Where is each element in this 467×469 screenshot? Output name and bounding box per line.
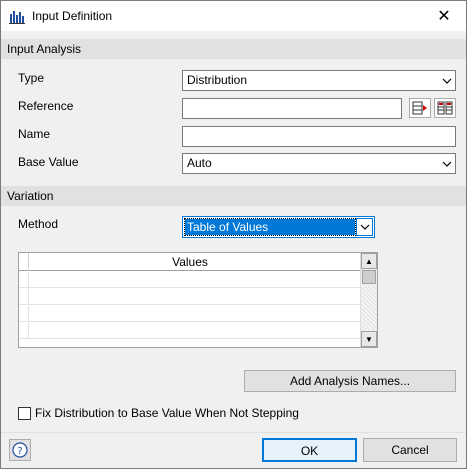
fix-distribution-label[interactable]: Fix Distribution to Base Value When Not … (35, 406, 299, 420)
help-button[interactable]: ? (9, 439, 31, 461)
base-value-label: Base Value (18, 155, 79, 169)
footer-separator (1, 432, 466, 433)
scroll-track[interactable] (361, 285, 377, 330)
type-value: Distribution (187, 73, 248, 87)
add-analysis-names-button[interactable]: Add Analysis Names... (244, 370, 456, 392)
values-column-header: Values (19, 253, 361, 271)
help-icon: ? (12, 442, 28, 458)
base-value-combobox[interactable]: Auto (182, 153, 456, 174)
chevron-down-icon (356, 218, 373, 236)
scroll-down-icon[interactable]: ▼ (361, 331, 377, 347)
table-row[interactable] (19, 289, 361, 305)
type-combobox[interactable]: Distribution (182, 70, 456, 91)
close-button[interactable]: ✕ (422, 1, 466, 31)
ok-button[interactable]: OK (262, 438, 357, 462)
input-analysis-header: Input Analysis (1, 39, 466, 59)
reference-label: Reference (18, 99, 74, 113)
chevron-down-icon (438, 71, 455, 90)
scroll-up-icon[interactable]: ▲ (361, 253, 377, 269)
bar-chart-app-icon (9, 9, 25, 24)
table-row[interactable] (19, 272, 361, 288)
type-label: Type (18, 71, 45, 85)
reference-select-button[interactable] (409, 98, 431, 118)
variation-header: Variation (1, 186, 466, 206)
grid-corner (19, 253, 29, 271)
scroll-thumb[interactable] (362, 270, 376, 284)
window-title: Input Definition (32, 9, 113, 23)
base-value-value: Auto (187, 156, 212, 170)
range-select-icon (437, 101, 453, 115)
svg-text:?: ? (17, 446, 22, 457)
input-definition-dialog: Input Definition ✕ Input Analysis Type D… (0, 0, 467, 469)
range-select-button[interactable] (434, 98, 456, 118)
reference-field[interactable] (182, 98, 402, 119)
cancel-button[interactable]: Cancel (363, 438, 457, 462)
reference-select-icon (412, 101, 427, 115)
chevron-down-icon (438, 154, 455, 173)
values-grid[interactable]: Values ▲ ▼ (18, 252, 378, 348)
close-icon: ✕ (437, 8, 451, 25)
grid-scrollbar[interactable]: ▲ ▼ (360, 253, 377, 347)
fix-distribution-checkbox[interactable] (18, 407, 31, 420)
name-label: Name (18, 127, 51, 141)
table-row[interactable] (19, 306, 361, 322)
method-value: Table of Values (184, 218, 356, 236)
name-field[interactable] (182, 126, 456, 147)
table-row[interactable] (19, 323, 361, 339)
method-combobox[interactable]: Table of Values (182, 216, 375, 238)
method-label: Method (18, 217, 59, 231)
title-bar: Input Definition ✕ (1, 1, 466, 31)
